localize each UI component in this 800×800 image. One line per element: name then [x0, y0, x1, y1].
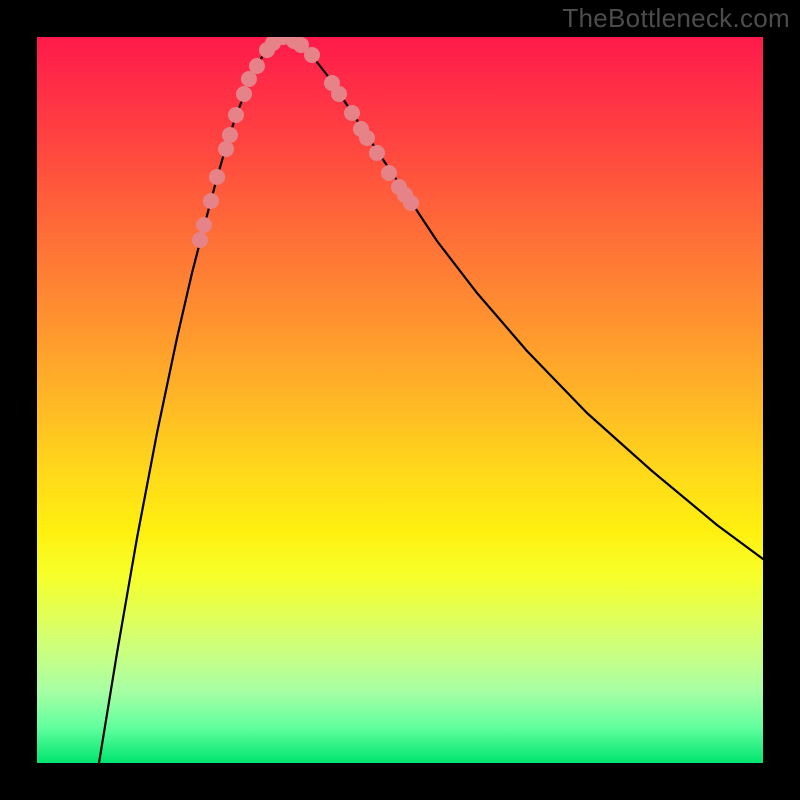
data-marker — [218, 141, 234, 157]
chart-frame: TheBottleneck.com — [0, 0, 800, 800]
data-marker — [192, 232, 208, 248]
data-marker — [359, 130, 375, 146]
data-marker — [222, 127, 238, 143]
data-marker — [236, 86, 252, 102]
data-marker — [403, 195, 419, 211]
data-marker — [331, 86, 347, 102]
data-marker — [209, 169, 225, 185]
bottleneck-curve — [99, 37, 763, 763]
data-marker — [203, 193, 219, 209]
data-marker — [369, 145, 385, 161]
data-marker — [249, 58, 265, 74]
curve-group — [99, 37, 763, 763]
data-marker — [381, 165, 397, 181]
data-marker — [304, 47, 320, 63]
watermark-text: TheBottleneck.com — [562, 3, 790, 34]
bottleneck-curve-svg — [37, 37, 763, 763]
data-marker — [344, 105, 360, 121]
marker-group — [192, 37, 419, 248]
plot-area — [37, 37, 763, 763]
data-marker — [228, 107, 244, 123]
data-marker — [196, 217, 212, 233]
